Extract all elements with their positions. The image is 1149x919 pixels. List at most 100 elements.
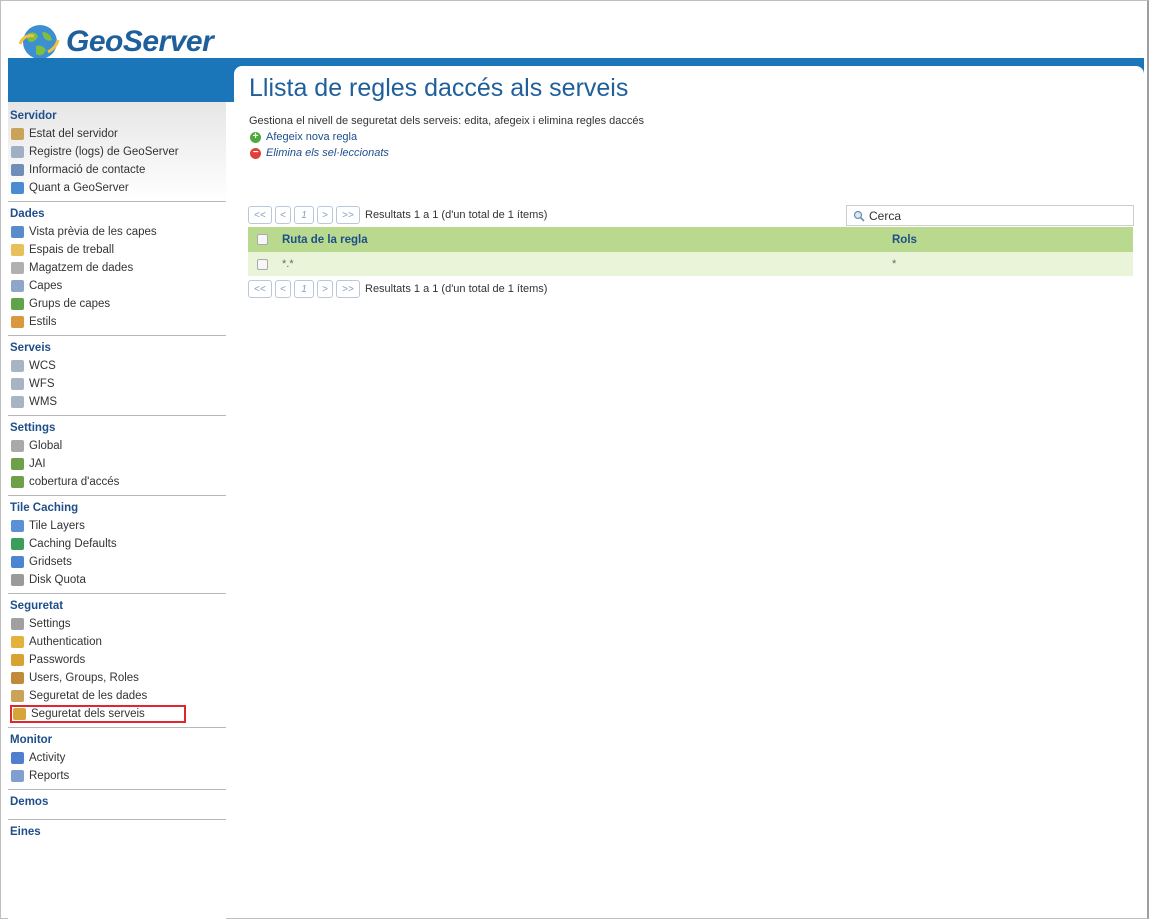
sidebar-item-label: Registre (logs) de GeoServer: [29, 146, 179, 158]
sidebar-section-title[interactable]: Seguretat: [10, 600, 226, 612]
sidebar-item-label: Estat del servidor: [29, 128, 118, 140]
main-content: Llista de regles daccés als serveis Gest…: [234, 66, 1144, 298]
activity-chart-icon: [11, 752, 24, 764]
sidebar-item-label: WFS: [29, 378, 55, 390]
sidebar-section-title[interactable]: Dades: [10, 208, 226, 220]
sidebar-item-capes[interactable]: Capes: [11, 277, 226, 295]
sidebar-item-label: cobertura d'accés: [29, 476, 120, 488]
sidebar-item-grups-de-capes[interactable]: Grups de capes: [11, 295, 226, 313]
page-number-button[interactable]: 1: [294, 206, 314, 224]
sidebar-item-disk-quota[interactable]: Disk Quota: [11, 571, 226, 589]
workspace-folder-icon: [11, 244, 24, 256]
remove-selected-label: Elimina els sel·leccionats: [266, 147, 389, 159]
first-page-button[interactable]: <<: [248, 280, 272, 298]
cell-rule-path[interactable]: *.*: [282, 258, 892, 270]
sidebar-section-title[interactable]: Tile Caching: [10, 502, 226, 514]
sidebar-item-label: Capes: [29, 280, 63, 292]
sidebar-item-label: Magatzem de dades: [29, 262, 134, 274]
sidebar-item-estils[interactable]: Estils: [11, 313, 226, 331]
sidebar-section-title[interactable]: Eines: [10, 826, 226, 838]
service-icon: [11, 360, 24, 372]
sidebar-item-passwords[interactable]: Passwords: [11, 651, 226, 669]
data-security-icon: [11, 690, 24, 702]
sidebar-section-dades: Dades Vista prèvia de les capes Espais de …: [8, 201, 226, 335]
sidebar-item-reports[interactable]: Reports: [11, 767, 226, 785]
next-page-button[interactable]: >: [317, 206, 333, 224]
add-rule-label: Afegeix nova regla: [266, 131, 358, 143]
sidebar-section-tile-caching: Tile Caching Tile Layers Caching Defaults G…: [8, 495, 226, 593]
next-page-button[interactable]: >: [317, 280, 333, 298]
sidebar-item-label: Settings: [29, 618, 71, 630]
last-page-button[interactable]: >>: [336, 280, 360, 298]
sidebar-item-jai[interactable]: JAI: [11, 455, 226, 473]
sidebar-item-settings[interactable]: Settings: [11, 615, 226, 633]
sidebar-item-label: Activity: [29, 752, 66, 764]
sidebar-item-label: JAI: [29, 458, 46, 470]
layer-groups-icon: [11, 298, 24, 310]
sidebar-item-vista-pr-via-de-les-capes[interactable]: Vista prèvia de les capes: [11, 223, 226, 241]
sidebar-item-authentication[interactable]: Authentication: [11, 633, 226, 651]
sidebar-item-espais-de-treball[interactable]: Espais de treball: [11, 241, 226, 259]
sidebar-item-label: Authentication: [29, 636, 102, 648]
sidebar-item-label: Seguretat dels serveis: [31, 708, 145, 720]
jai-icon: [11, 458, 24, 470]
sidebar-section-title[interactable]: Servidor: [10, 110, 226, 122]
service-security-icon: [13, 708, 26, 720]
sidebar-section-title[interactable]: Serveis: [10, 342, 226, 354]
remove-icon: −: [250, 147, 261, 159]
prev-page-button[interactable]: <: [275, 280, 291, 298]
sidebar-item-label: Disk Quota: [29, 574, 86, 586]
sidebar-item-caching-defaults[interactable]: Caching Defaults: [11, 535, 226, 553]
sidebar-item-label: Informació de contacte: [29, 164, 146, 176]
sidebar-item-wcs[interactable]: WCS: [11, 357, 226, 375]
remove-selected-link[interactable]: − Elimina els sel·leccionats: [250, 147, 1144, 159]
sidebar-item-tile-layers[interactable]: Tile Layers: [11, 517, 226, 535]
page-number-button[interactable]: 1: [294, 280, 314, 298]
geoserver-logo[interactable]: GeoServer: [18, 22, 214, 62]
sidebar-item-wfs[interactable]: WFS: [11, 375, 226, 393]
sidebar-section-title[interactable]: Demos: [10, 796, 226, 808]
sidebar-item-gridsets[interactable]: Gridsets: [11, 553, 226, 571]
last-page-button[interactable]: >>: [336, 206, 360, 224]
disk-quota-icon: [11, 574, 24, 586]
column-header-rule-path[interactable]: Ruta de la regla: [282, 234, 892, 246]
sidebar-section-title[interactable]: Settings: [10, 422, 226, 434]
select-all-checkbox[interactable]: [257, 234, 268, 245]
logo-text: GeoServer: [66, 25, 214, 58]
sidebar-item-magatzem-de-dades[interactable]: Magatzem de dades: [11, 259, 226, 277]
sidebar-item-label: Reports: [29, 770, 70, 782]
sidebar-item-activity[interactable]: Activity: [11, 749, 226, 767]
row-checkbox[interactable]: [257, 258, 268, 270]
sidebar-item-users-groups-roles[interactable]: Users, Groups, Roles: [11, 669, 226, 687]
coverage-access-icon: [11, 476, 24, 488]
sidebar-item-informaci-de-contacte[interactable]: Informació de contacte: [11, 161, 226, 179]
shield-icon: [11, 636, 24, 648]
add-rule-link[interactable]: + Afegeix nova regla: [250, 131, 1144, 143]
sidebar-item-wms[interactable]: WMS: [11, 393, 226, 411]
sidebar-item-global[interactable]: Global: [11, 437, 226, 455]
sidebar-item-cobertura-d-acc-s[interactable]: cobertura d'accés: [11, 473, 226, 491]
sidebar-item-estat-del-servidor[interactable]: Estat del servidor: [11, 125, 226, 143]
search-input[interactable]: Cerca: [846, 205, 1134, 226]
page-description: Gestiona el nivell de seguretat dels ser…: [249, 115, 644, 127]
sidebar-section-title[interactable]: Monitor: [10, 734, 226, 746]
sidebar-item-registre-logs-de-geoserver[interactable]: Registre (logs) de GeoServer: [11, 143, 226, 161]
lock-icon: [11, 654, 24, 666]
sidebar-item-seguretat-dels-serveis[interactable]: Seguretat dels serveis: [10, 705, 186, 723]
column-header-roles[interactable]: Rols: [892, 234, 917, 246]
pager-bottom: << < 1 > >> Resultats 1 a 1 (d'un total …: [248, 279, 547, 299]
prev-page-button[interactable]: <: [275, 206, 291, 224]
caching-defaults-icon: [11, 538, 24, 550]
sidebar-item-label: Gridsets: [29, 556, 72, 568]
sidebar-item-seguretat-de-les-dades[interactable]: Seguretat de les dades: [11, 687, 226, 705]
sidebar-item-quant-a-geoserver[interactable]: Quant a GeoServer: [11, 179, 226, 197]
reports-icon: [11, 770, 24, 782]
first-page-button[interactable]: <<: [248, 206, 272, 224]
sidebar-section-serveis: Serveis WCS WFS WMS: [8, 335, 226, 415]
sidebar-item-label: Estils: [29, 316, 57, 328]
search-value: Cerca: [869, 208, 902, 223]
tile-layers-icon: [11, 520, 24, 532]
sidebar-item-label: Vista prèvia de les capes: [29, 226, 157, 238]
layers-icon: [11, 280, 24, 292]
sidebar-section-demos: Demos: [8, 789, 226, 819]
